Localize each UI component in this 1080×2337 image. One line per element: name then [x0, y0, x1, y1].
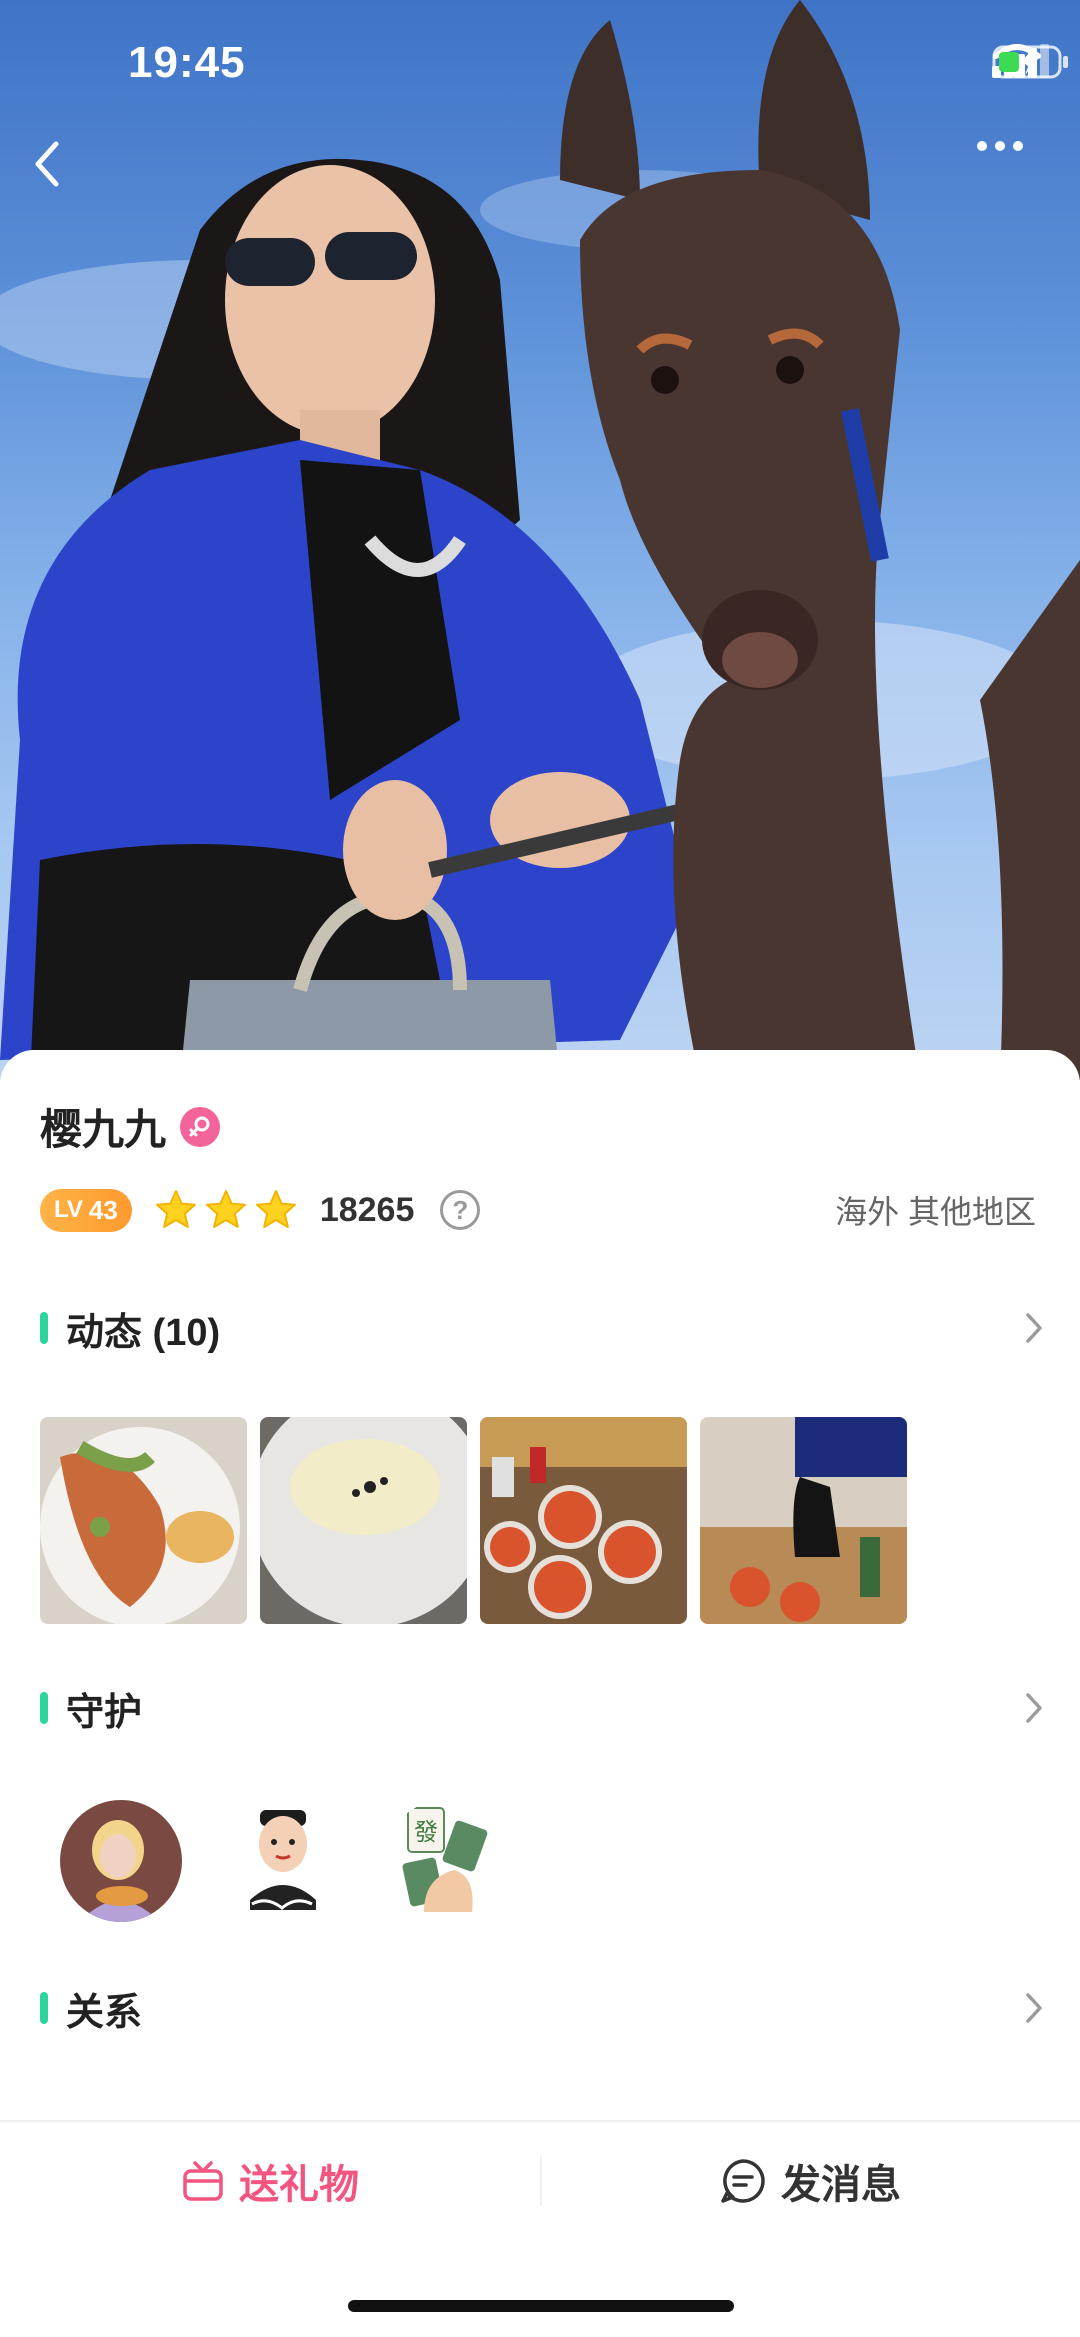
send-message-label: 发消息 [781, 2163, 901, 2207]
send-gift-button[interactable]: 送礼物 [0, 2152, 540, 2210]
chevron-left-icon [35, 141, 59, 187]
chevron-right-icon [1026, 1313, 1042, 1343]
send-gift-label: 送礼物 [239, 2163, 359, 2207]
guardians-title: 守护 [66, 1691, 143, 1734]
guardian-avatar[interactable] [222, 1800, 344, 1922]
more-options-button[interactable] [976, 140, 1056, 220]
guardian-avatars: 發 [60, 1800, 506, 1922]
moment-thumbnail-soup[interactable] [260, 1417, 467, 1624]
name-row: 樱九九 [40, 1096, 221, 1157]
star-icon [255, 1190, 296, 1228]
level-number: 43 [88, 1194, 118, 1225]
moment-thumbnail-crayfish[interactable] [480, 1417, 687, 1624]
svg-text:發: 發 [414, 1818, 438, 1846]
bottom-action-bar: 送礼物 发消息 [0, 2120, 1080, 2240]
profile-score: 18265 [319, 1190, 415, 1229]
chevron-right-icon [1026, 1993, 1042, 2023]
section-accent-bar [40, 1992, 48, 2024]
moments-section-header[interactable]: 动态 (10) [40, 1298, 1044, 1358]
cover-illustration [0, 0, 1080, 1080]
gift-icon [183, 2161, 223, 2201]
moment-thumbnail-dinner[interactable] [700, 1417, 907, 1624]
action-divider [540, 2156, 542, 2206]
help-icon[interactable]: ? [440, 1190, 481, 1230]
more-horizontal-icon [977, 141, 1023, 151]
send-message-button[interactable]: 发消息 [540, 2152, 1080, 2210]
back-button[interactable] [32, 140, 112, 220]
profile-cover-photo: 19:45 [0, 0, 1080, 1080]
section-accent-bar [40, 1692, 48, 1724]
level-badge: LV 43 [40, 1188, 132, 1232]
section-accent-bar [40, 1312, 48, 1344]
chevron-right-icon [1026, 1693, 1042, 1723]
guardian-avatar[interactable] [60, 1800, 182, 1922]
status-time: 19:45 [128, 38, 246, 87]
relations-title: 关系 [66, 1991, 143, 2034]
status-bar: 19:45 [0, 0, 1080, 130]
profile-name: 樱九九 [40, 1106, 167, 1153]
moments-title: 动态 (10) [66, 1311, 221, 1354]
moments-thumbnails [40, 1417, 907, 1624]
female-gender-icon [180, 1106, 221, 1147]
chat-bubble-icon [721, 2159, 765, 2203]
profile-meta-row: LV 43 18265 ? 海外 其他地区 [40, 1180, 1036, 1240]
star-rating [154, 1188, 298, 1232]
relations-section-header[interactable]: 关系 [40, 1978, 1044, 2038]
guardian-avatar[interactable]: 發 [384, 1800, 506, 1922]
profile-location: 海外 其他地区 [835, 1194, 1036, 1230]
battery-charging-icon [992, 45, 1068, 79]
level-prefix: LV [54, 1196, 83, 1223]
star-icon [155, 1190, 196, 1228]
moment-thumbnail-lobster[interactable] [40, 1417, 247, 1624]
star-icon [205, 1190, 246, 1228]
home-indicator [348, 2300, 734, 2312]
guardians-section-header[interactable]: 守护 [40, 1678, 1044, 1738]
